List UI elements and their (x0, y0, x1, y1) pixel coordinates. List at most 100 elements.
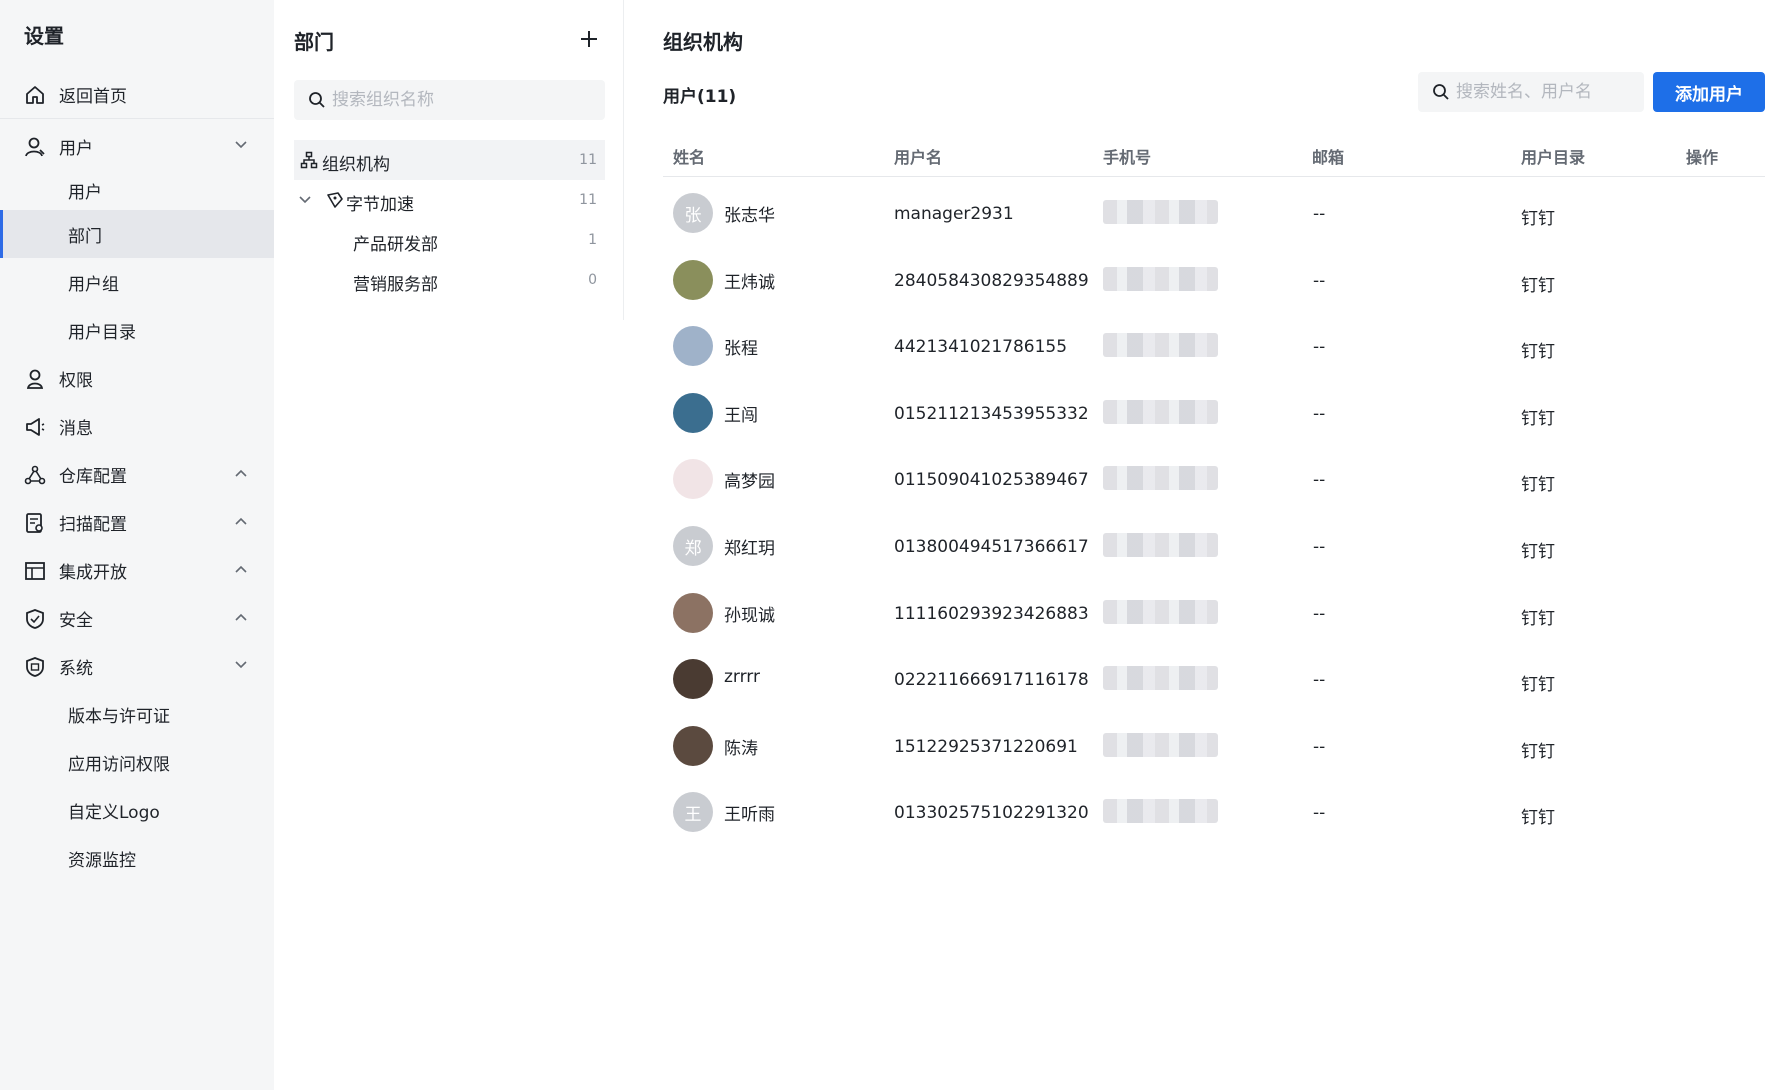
sidebar-item-security[interactable]: 安全 (0, 594, 274, 642)
sidebar-item-system[interactable]: 系统 (0, 642, 274, 690)
user-phone-redacted (1103, 533, 1218, 557)
sidebar: 设置 返回首页 用户 用户 部门 用户组 用户目录 权限 消息 仓库配置 扫描配… (0, 0, 274, 1090)
table-row[interactable]: 张张志华 manager2931 -- 钉钉 (663, 178, 1765, 245)
avatar: 王 (673, 792, 713, 832)
user-email: -- (1313, 204, 1326, 224)
table-row[interactable]: 王王听雨 013302575102291320... -- 钉钉 (663, 777, 1765, 844)
tree-node-company[interactable]: 字节加速 11 (294, 180, 605, 220)
column-header-directory: 用户目录 (1521, 148, 1586, 167)
user-username: 284058430829354889 (894, 271, 1089, 291)
user-name: 孙现诚 (724, 606, 775, 626)
department-search (294, 80, 605, 120)
sidebar-item-scan-config[interactable]: 扫描配置 (0, 498, 274, 546)
tree-node-label: 字节加速 (346, 195, 414, 215)
table-row[interactable]: 高梦园 011509041025389467... -- 钉钉 (663, 444, 1765, 511)
sidebar-item-label: 系统 (59, 658, 93, 679)
sidebar-item-messages[interactable]: 消息 (0, 402, 274, 450)
user-icon (25, 137, 45, 157)
user-phone-redacted (1103, 267, 1218, 291)
sidebar-item-home[interactable]: 返回首页 (0, 70, 274, 118)
user-phone-redacted (1103, 466, 1218, 490)
user-name: zrrrr (724, 667, 760, 687)
user-phone-redacted (1103, 733, 1218, 757)
tree-node-count: 1 (588, 232, 597, 248)
sidebar-divider (0, 118, 274, 119)
user-email: -- (1313, 537, 1326, 557)
sidebar-item-label: 资源监控 (68, 850, 136, 871)
permission-icon (26, 369, 44, 389)
add-user-button[interactable]: 添加用户 (1653, 72, 1765, 112)
chevron-up-icon (235, 469, 247, 477)
avatar: 郑 (673, 526, 713, 566)
column-header-username: 用户名 (894, 148, 943, 167)
table-row[interactable]: 孙现诚 111160293923426883 -- 钉钉 (663, 578, 1765, 645)
user-name: 高梦园 (724, 472, 775, 492)
tree-node-count: 11 (579, 152, 597, 168)
user-directory: 钉钉 (1521, 742, 1555, 762)
user-name: 王听雨 (724, 805, 775, 825)
sidebar-item-label: 集成开放 (59, 562, 127, 583)
sidebar-item-integration[interactable]: 集成开放 (0, 546, 274, 594)
sidebar-item-label: 应用访问权限 (68, 754, 170, 775)
department-search-input[interactable] (332, 80, 592, 120)
tree-node-label: 产品研发部 (353, 235, 438, 255)
user-directory: 钉钉 (1521, 276, 1555, 296)
sidebar-item-permissions[interactable]: 权限 (0, 354, 274, 402)
user-directory: 钉钉 (1521, 609, 1555, 629)
user-directory: 钉钉 (1521, 475, 1555, 495)
column-header-name: 姓名 (673, 148, 706, 167)
sidebar-subitem-version-license[interactable]: 版本与许可证 (0, 690, 274, 738)
user-username: 013302575102291320... (894, 803, 1089, 823)
tree-node-label: 营销服务部 (353, 275, 438, 295)
sidebar-item-label: 部门 (68, 226, 102, 247)
user-phone-redacted (1103, 799, 1218, 823)
sidebar-subitem-user-directory[interactable]: 用户目录 (0, 306, 274, 354)
table-row[interactable]: 张程 4421341021786155 -- 钉钉 (663, 311, 1765, 378)
search-icon (1433, 84, 1449, 100)
sidebar-subitem-custom-logo[interactable]: 自定义Logo (0, 786, 274, 834)
repository-icon (24, 465, 46, 485)
tree-node-org-root[interactable]: 组织机构 11 (294, 140, 605, 180)
sidebar-subitem-resource-monitor[interactable]: 资源监控 (0, 834, 274, 882)
avatar (673, 393, 713, 433)
user-directory: 钉钉 (1521, 808, 1555, 828)
scan-config-icon (26, 513, 43, 533)
chevron-down-icon (235, 661, 247, 669)
sidebar-subitem-user-groups[interactable]: 用户组 (0, 258, 274, 306)
sidebar-subitem-users[interactable]: 用户 (0, 166, 274, 214)
user-directory: 钉钉 (1521, 342, 1555, 362)
user-email: -- (1313, 404, 1326, 424)
table-row[interactable]: 郑郑红玥 013800494517366617... -- 钉钉 (663, 511, 1765, 578)
table-row[interactable]: zrrrr 022211666917116178... -- 钉钉 (663, 644, 1765, 711)
user-directory: 钉钉 (1521, 409, 1555, 429)
user-search-input[interactable] (1456, 72, 1636, 112)
megaphone-icon (26, 418, 45, 436)
sidebar-subitem-app-access[interactable]: 应用访问权限 (0, 738, 274, 786)
user-email: -- (1313, 271, 1326, 291)
tree-node-count: 0 (588, 272, 597, 288)
sidebar-item-users[interactable]: 用户 (0, 122, 274, 170)
user-search (1418, 72, 1644, 112)
user-directory: 钉钉 (1521, 542, 1555, 562)
user-name: 张程 (724, 339, 758, 359)
avatar (673, 593, 713, 633)
table-row[interactable]: 王闯 015211213453955332 -- 钉钉 (663, 378, 1765, 445)
avatar (673, 659, 713, 699)
sidebar-subitem-departments[interactable]: 部门 (0, 210, 274, 258)
tree-node-dept[interactable]: 产品研发部 1 (294, 220, 605, 260)
tree-node-dept[interactable]: 营销服务部 0 (294, 260, 605, 300)
chevron-down-icon[interactable] (298, 193, 312, 207)
table-row[interactable]: 陈涛 15122925371220691 -- 钉钉 (663, 711, 1765, 778)
shield-icon (26, 609, 44, 629)
user-name: 张志华 (724, 206, 775, 226)
sidebar-title: 设置 (24, 24, 64, 48)
sidebar-item-label: 用户组 (68, 274, 119, 295)
column-header-phone: 手机号 (1103, 148, 1152, 167)
sidebar-item-repo-config[interactable]: 仓库配置 (0, 450, 274, 498)
add-department-icon[interactable] (578, 28, 600, 50)
table-row[interactable]: 王炜诚 284058430829354889 -- 钉钉 (663, 245, 1765, 312)
user-phone-redacted (1103, 400, 1218, 424)
chevron-up-icon (235, 613, 247, 621)
sidebar-item-label: 返回首页 (59, 86, 127, 107)
sidebar-item-label: 安全 (59, 610, 93, 631)
